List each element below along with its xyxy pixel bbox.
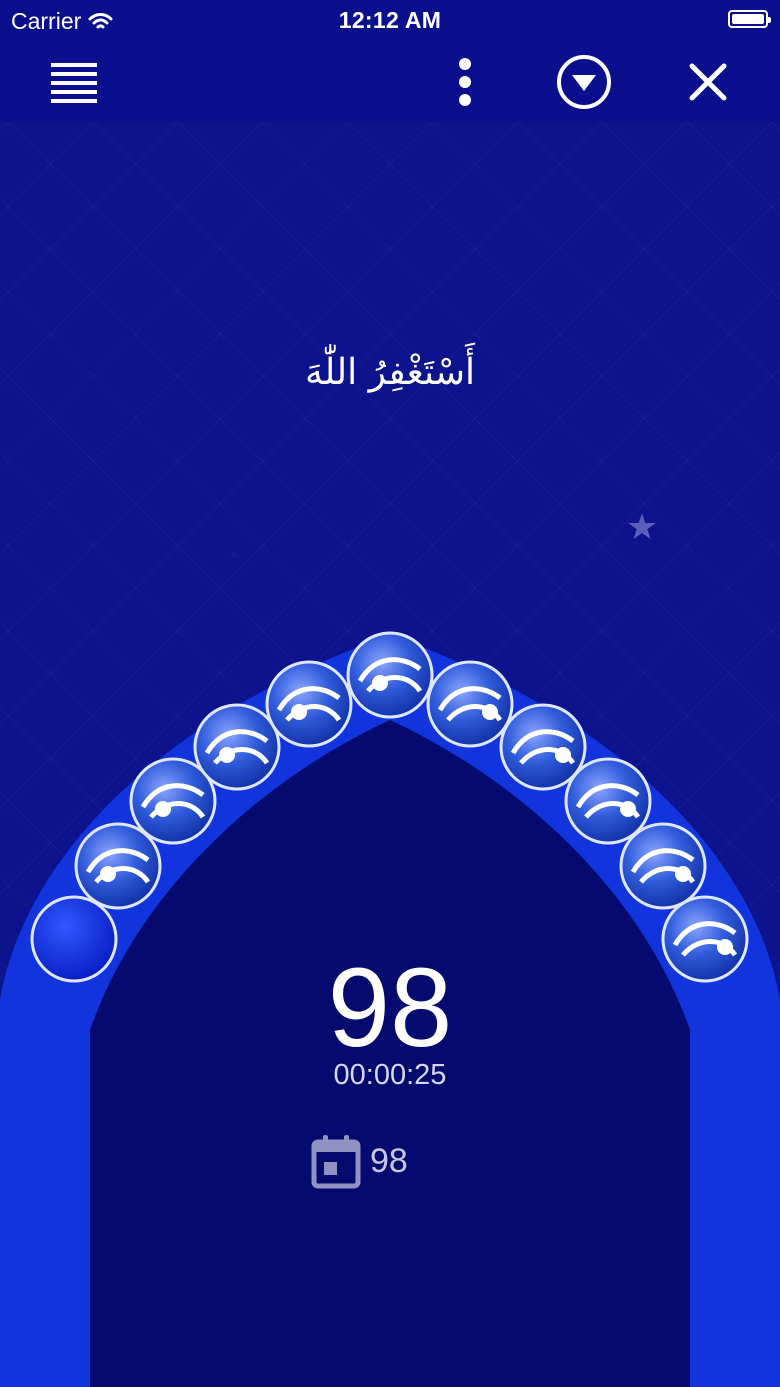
counter-bead[interactable] xyxy=(426,660,514,748)
counter-bead[interactable] xyxy=(265,660,353,748)
counter-bead[interactable] xyxy=(74,822,162,910)
menu-button[interactable] xyxy=(42,50,106,114)
daily-count-value: 98 xyxy=(370,1141,408,1180)
counter-bead[interactable] xyxy=(193,703,281,791)
close-button[interactable] xyxy=(676,50,740,114)
status-bar: Carrier 12:12 AM xyxy=(0,0,780,40)
battery-icon xyxy=(728,10,771,28)
status-time: 12:12 AM xyxy=(338,7,442,33)
counter-bead[interactable] xyxy=(564,757,652,845)
chevron-down-circle-icon xyxy=(557,55,611,109)
top-navigation-bar: Carrier 12:12 AM xyxy=(0,0,780,122)
daily-count: 98 xyxy=(310,1132,408,1190)
list-icon xyxy=(51,63,97,103)
current-count: 98 xyxy=(327,945,453,1070)
tasbih-screen: Carrier 12:12 AM أَسْتَغْفِرُ اللّٰهَ ★ … xyxy=(0,0,780,1387)
counter-bead[interactable] xyxy=(619,822,707,910)
more-options-button[interactable] xyxy=(433,50,497,114)
dhikr-phrase: أَسْتَغْفِرُ اللّٰهَ xyxy=(304,352,476,393)
counter-bead[interactable] xyxy=(346,631,434,719)
elapsed-time: 00:00:25 xyxy=(333,1059,447,1091)
calendar-icon xyxy=(311,1135,361,1189)
collapse-button[interactable] xyxy=(552,50,616,114)
more-vertical-icon xyxy=(459,58,471,106)
close-icon xyxy=(689,63,727,101)
battery-fill xyxy=(732,14,764,24)
favorite-star-icon[interactable]: ★ xyxy=(624,509,660,545)
